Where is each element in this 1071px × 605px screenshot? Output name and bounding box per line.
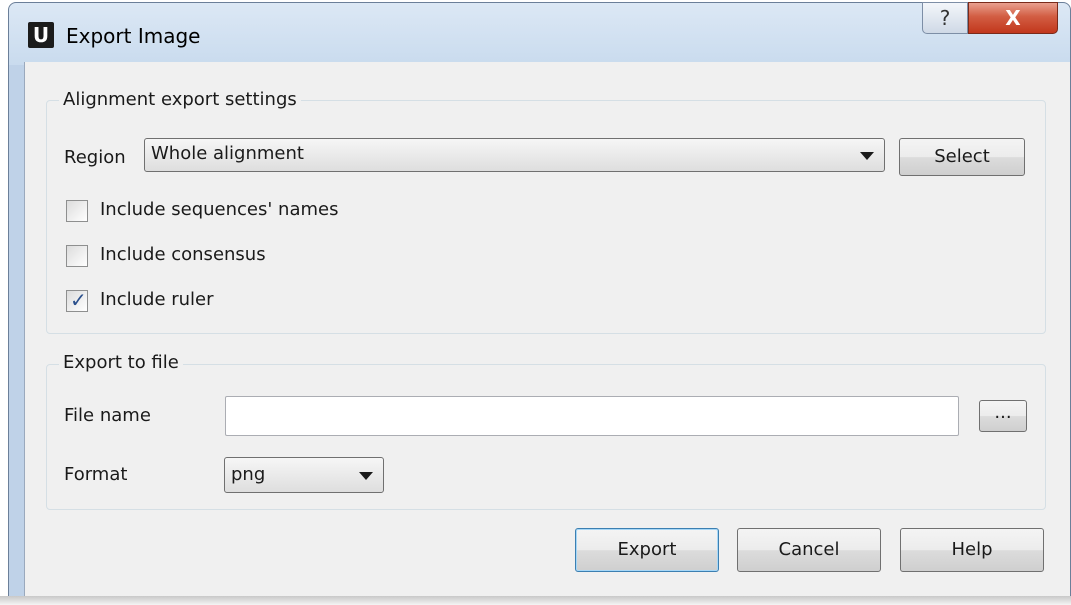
alignment-settings-legend: Alignment export settings <box>59 89 301 111</box>
format-dropdown-value: png <box>231 464 266 485</box>
window-title: Export Image <box>66 24 201 48</box>
close-button[interactable]: X <box>968 2 1058 34</box>
include-ruler-label[interactable]: Include ruler <box>100 288 214 312</box>
include-consensus-label[interactable]: Include consensus <box>100 243 266 267</box>
format-dropdown[interactable]: png <box>224 457 384 493</box>
export-button-label: Export <box>617 539 677 560</box>
taskbar-shadow <box>0 596 1071 605</box>
format-label: Format <box>64 464 128 485</box>
cancel-button[interactable]: Cancel <box>737 528 881 572</box>
help-button[interactable]: Help <box>900 528 1044 572</box>
question-icon: ? <box>939 6 951 30</box>
file-name-value <box>226 405 232 426</box>
export-file-group <box>46 364 1046 510</box>
cancel-button-label: Cancel <box>778 539 840 560</box>
include-ruler-checkbox[interactable]: ✓ <box>66 288 88 312</box>
region-dropdown[interactable]: Whole alignment <box>144 138 885 172</box>
help-caption-button[interactable]: ? <box>922 2 968 34</box>
export-button[interactable]: Export <box>575 528 719 572</box>
checkmark-icon: ✓ <box>70 288 87 312</box>
include-names-label[interactable]: Include sequences' names <box>100 198 338 222</box>
select-button[interactable]: Select <box>899 138 1025 176</box>
file-name-input[interactable] <box>225 396 959 436</box>
export-file-legend: Export to file <box>59 352 183 374</box>
include-names-checkbox[interactable] <box>66 200 88 222</box>
file-name-label: File name <box>64 405 151 426</box>
include-consensus-checkbox[interactable] <box>66 245 88 267</box>
app-logo-icon: U <box>28 22 54 48</box>
help-button-label: Help <box>951 539 993 560</box>
browse-button-label: ... <box>994 402 1012 423</box>
region-label: Region <box>64 147 126 168</box>
select-button-label: Select <box>934 146 990 167</box>
chevron-down-icon <box>359 472 373 480</box>
browse-button[interactable]: ... <box>979 400 1027 432</box>
close-icon: X <box>1005 6 1021 30</box>
chevron-down-icon <box>860 152 874 160</box>
region-dropdown-value: Whole alignment <box>151 143 304 164</box>
